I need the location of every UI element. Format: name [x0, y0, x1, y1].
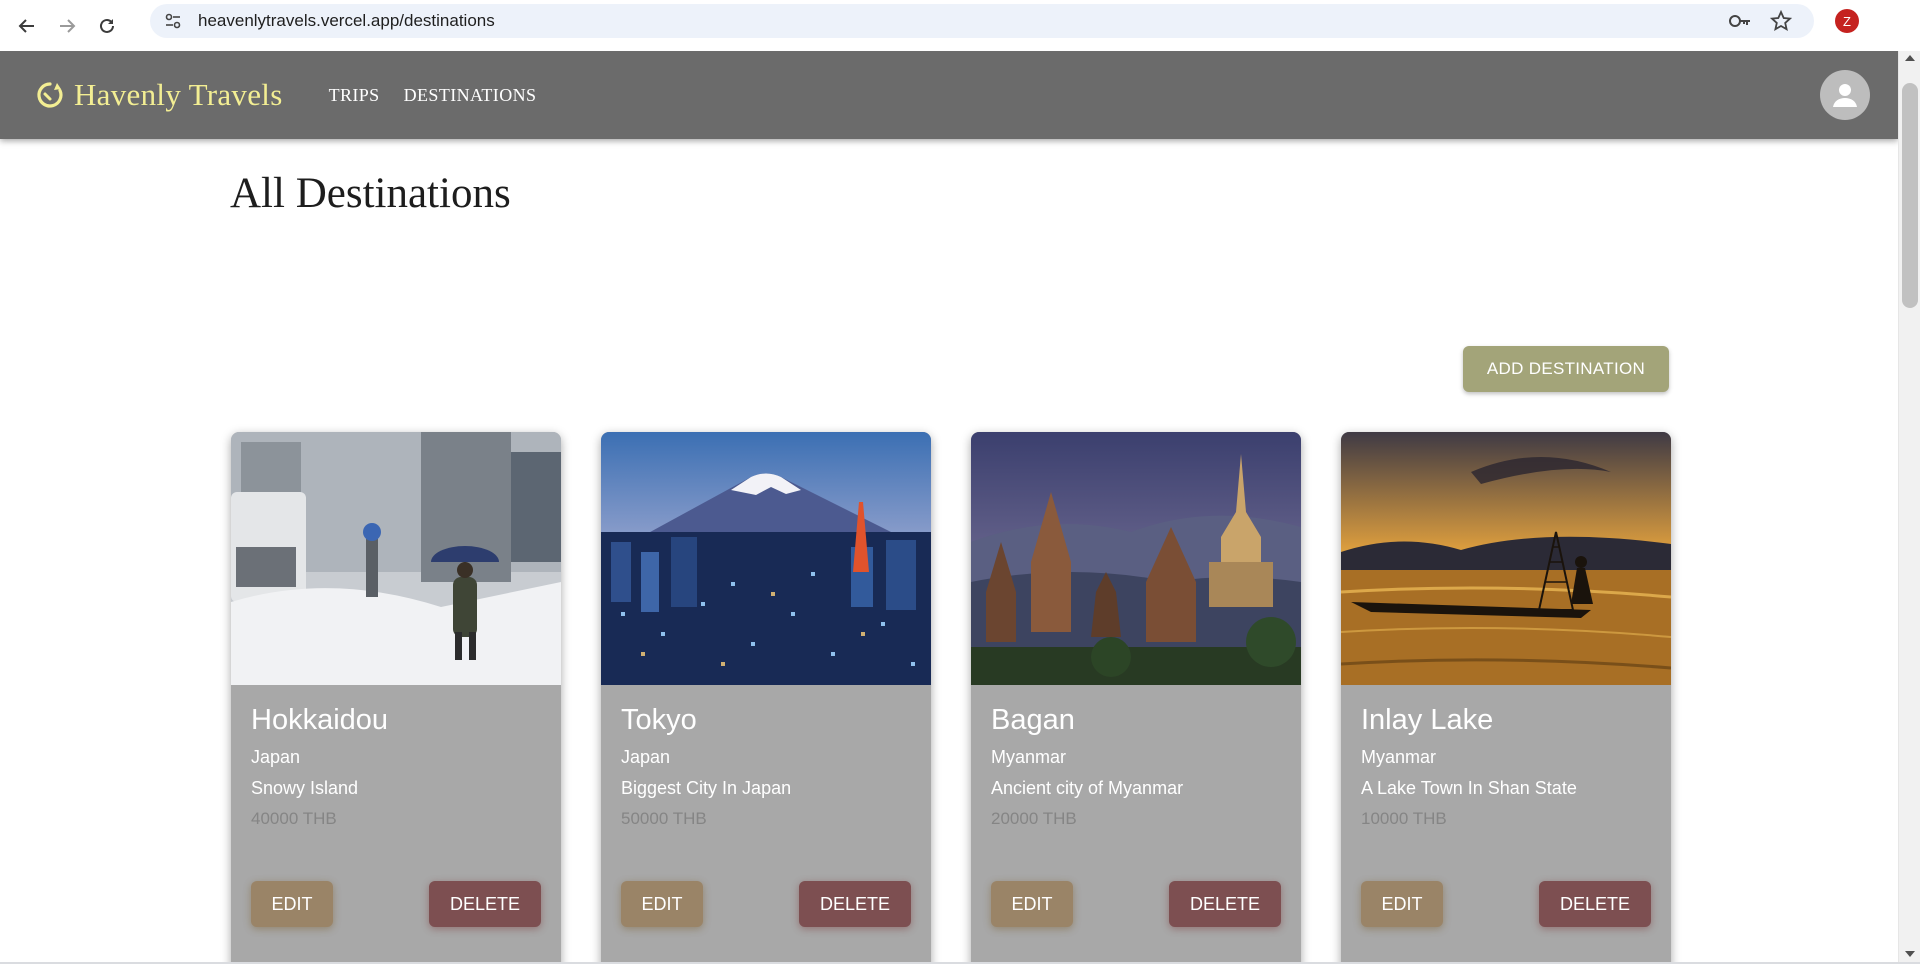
delete-button[interactable]: DELETE: [1539, 881, 1651, 927]
destination-name: Bagan: [991, 704, 1075, 736]
edit-button[interactable]: EDIT: [621, 881, 703, 927]
delete-button[interactable]: DELETE: [1169, 881, 1281, 927]
bookmark-star-icon[interactable]: [1769, 9, 1793, 37]
scroll-thumb[interactable]: [1902, 83, 1918, 308]
arrow-left-icon: [18, 18, 34, 33]
destination-name: Tokyo: [621, 704, 697, 736]
address-bar[interactable]: heavenlytravels.vercel.app/destinations: [150, 4, 1814, 38]
brand-logo[interactable]: Havenly Travels: [34, 77, 283, 113]
add-destination-button[interactable]: ADD DESTINATION: [1463, 346, 1669, 392]
destination-card: Hokkaidou Japan Snowy Island 40000 THB E…: [231, 432, 561, 962]
destination-price: 10000 THB: [1361, 809, 1447, 828]
menu-item-trips[interactable]: TRIPS: [329, 85, 380, 106]
destination-card: Tokyo Japan Biggest City In Japan 50000 …: [601, 432, 931, 962]
brand-name: Havenly Travels: [74, 77, 283, 112]
page-viewport: Havenly Travels TRIPS DESTINATIONS All D…: [0, 51, 1898, 962]
main-menu: TRIPS DESTINATIONS: [329, 85, 537, 106]
arrow-right-icon: [60, 18, 76, 33]
user-avatar[interactable]: [1820, 70, 1870, 120]
destination-country: Myanmar: [991, 747, 1067, 767]
site-info-icon[interactable]: [158, 6, 188, 36]
destination-image: [1341, 432, 1671, 685]
destination-price: 20000 THB: [991, 809, 1077, 828]
delete-button[interactable]: DELETE: [429, 881, 541, 927]
destination-name: Inlay Lake: [1361, 704, 1494, 736]
password-key-icon[interactable]: [1728, 11, 1752, 36]
edit-button[interactable]: EDIT: [991, 881, 1073, 927]
reload-button[interactable]: [87, 6, 127, 46]
destination-image: [971, 432, 1301, 685]
page-scrollbar[interactable]: [1898, 51, 1920, 962]
destination-card: Inlay Lake Myanmar A Lake Town In Shan S…: [1341, 432, 1671, 962]
delete-button[interactable]: DELETE: [799, 881, 911, 927]
app-bar: Havenly Travels TRIPS DESTINATIONS: [0, 51, 1898, 139]
browser-toolbar: heavenlytravels.vercel.app/destinations …: [0, 0, 1920, 51]
profile-avatar[interactable]: Z: [1835, 9, 1859, 33]
destination-image: [231, 432, 561, 685]
travel-explore-icon: [34, 79, 66, 111]
destination-description: Biggest City In Japan: [621, 778, 792, 798]
page-title: All Destinations: [230, 170, 511, 217]
destination-image: [601, 432, 931, 685]
forward-button[interactable]: [47, 6, 87, 46]
back-button[interactable]: [7, 6, 47, 46]
destination-country: Myanmar: [1361, 747, 1437, 767]
destination-country: Japan: [621, 747, 671, 767]
destination-card: Bagan Myanmar Ancient city of Myanmar 20…: [971, 432, 1301, 962]
edit-button[interactable]: EDIT: [1361, 881, 1443, 927]
destination-description: Snowy Island: [251, 778, 359, 798]
reload-icon: [100, 18, 114, 33]
scroll-down-icon[interactable]: [1905, 951, 1915, 957]
destination-price: 50000 THB: [621, 809, 707, 828]
edit-button[interactable]: EDIT: [251, 881, 333, 927]
destination-description: Ancient city of Myanmar: [991, 778, 1184, 798]
destination-description: A Lake Town In Shan State: [1361, 778, 1577, 798]
destination-country: Japan: [251, 747, 301, 767]
person-icon: [1833, 84, 1857, 107]
scroll-up-icon[interactable]: [1905, 55, 1915, 61]
menu-item-destinations[interactable]: DESTINATIONS: [404, 85, 537, 106]
destination-price: 40000 THB: [251, 809, 337, 828]
destination-name: Hokkaidou: [251, 704, 389, 736]
url-text[interactable]: heavenlytravels.vercel.app/destinations: [198, 11, 495, 31]
